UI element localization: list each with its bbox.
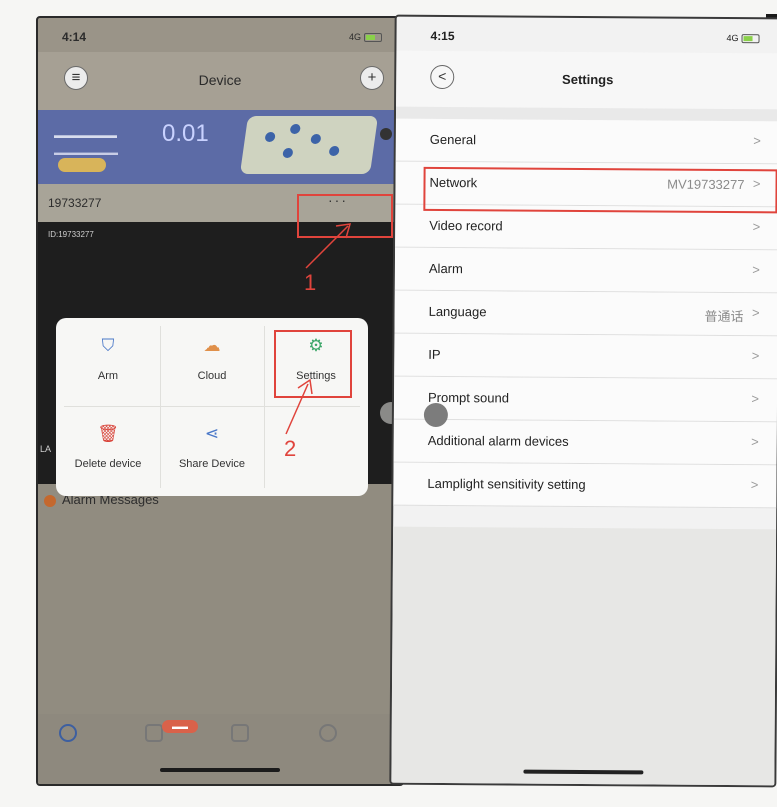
signal-text: 4G [726,32,739,44]
row-label: Alarm [428,260,463,277]
row-label: Language [428,303,487,320]
chevron-right-icon: > [751,391,760,407]
settings-row-lamplight-sensitivity[interactable]: Lamplight sensitivity setting > [393,462,777,509]
chevron-right-icon: > [752,219,761,235]
chevron-right-icon: > [753,133,761,149]
floating-handle[interactable] [423,402,448,428]
status-time: 4:15 [430,28,455,44]
row-label: Video record [429,217,503,234]
chevron-right-icon: > [752,262,760,278]
annotation-box-network [423,166,777,214]
home-indicator [522,769,643,775]
status-bar: 4:15 4G [396,17,777,54]
settings-row-prompt-sound[interactable]: Prompt sound > [393,376,777,423]
row-label: IP [428,346,441,362]
settings-row-additional-alarm-devices[interactable]: Additional alarm devices > [393,419,777,466]
settings-row-general[interactable]: General > [395,118,777,165]
chevron-right-icon: > [750,477,759,493]
device-screen: 4:14 4G ≡ Device + ▬▬▬▬▬▬▬ 0.01 ▬▬▬▬▬▬▬▬… [36,16,404,786]
settings-screen: 4:15 4G < Settings General > Network MV197… [389,14,777,788]
row-label: General [429,131,477,148]
nav-bar: < Settings [396,50,777,110]
settings-row-ip[interactable]: IP > [394,333,777,380]
signal-indicator: 4G [726,32,760,44]
annotation-arrows [285,223,352,435]
row-value: 普通话 [704,308,744,325]
chevron-right-icon: > [751,434,759,450]
settings-row-language[interactable]: Language 普通话 > [394,290,777,337]
chevron-right-icon: > [751,348,760,364]
page-title: Settings [562,71,614,88]
battery-icon [741,34,760,44]
settings-row-alarm[interactable]: Alarm > [394,247,777,294]
row-label: Lamplight sensitivity setting [427,475,586,493]
row-label: Additional alarm devices [427,432,569,449]
chevron-right-icon: > [751,305,760,321]
empty-area [391,526,777,788]
